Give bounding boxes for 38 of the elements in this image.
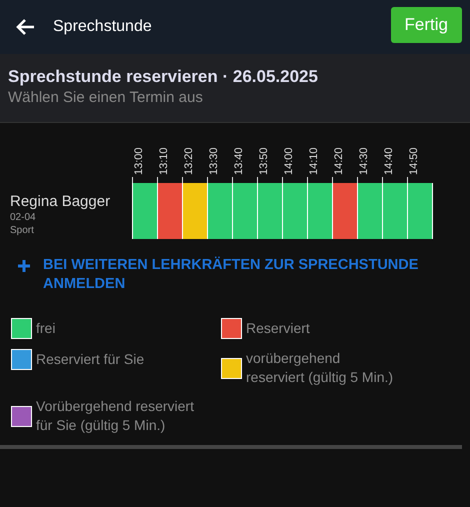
legend-label: Vorübergehend reserviert für Sie (gültig 5 Min.) — [36, 397, 195, 435]
time-slot[interactable] — [232, 183, 257, 239]
time-slot[interactable] — [307, 183, 332, 239]
time-label: 14:30 — [358, 147, 370, 177]
teacher-room: 02-04 — [10, 212, 37, 223]
time-label: 13:00 — [133, 147, 145, 177]
time-slot[interactable] — [257, 183, 282, 239]
legend-label: frei — [36, 319, 56, 338]
plus-icon[interactable] — [18, 260, 30, 272]
teacher-subject: Sport — [10, 225, 35, 236]
time-slot[interactable] — [157, 183, 182, 239]
time-slot[interactable] — [132, 183, 157, 239]
time-label: 14:10 — [308, 147, 320, 177]
time-label: 13:40 — [233, 147, 245, 177]
time-slot[interactable] — [407, 183, 433, 239]
screen-title: Sprechstunde — [53, 18, 153, 36]
time-label: 13:10 — [158, 147, 170, 177]
time-label: 14:40 — [383, 147, 395, 177]
section-subtitle: Wählen Sie einen Termin aus — [8, 89, 204, 106]
time-slot[interactable] — [332, 183, 357, 239]
time-slot[interactable] — [357, 183, 382, 239]
time-slot[interactable] — [282, 183, 307, 239]
time-label: 14:00 — [283, 147, 295, 177]
time-slot[interactable] — [182, 183, 207, 239]
time-label: 13:30 — [208, 147, 220, 177]
time-label: 14:50 — [408, 147, 420, 177]
time-label: 14:20 — [333, 147, 345, 177]
legend-label: vorübergehend reserviert (gültig 5 Min.) — [246, 349, 394, 387]
time-label: 13:20 — [183, 147, 195, 177]
time-slot[interactable] — [382, 183, 407, 239]
time-slot[interactable] — [207, 183, 232, 239]
teacher-name: Regina Bagger — [10, 193, 112, 210]
time-label: 13:50 — [258, 147, 270, 177]
legend-label: Reserviert für Sie — [36, 350, 144, 369]
legend-label: Reserviert — [246, 319, 310, 338]
done-button[interactable]: Fertig — [390, 7, 462, 43]
add-teachers-link[interactable]: BEI WEITEREN LEHRKRÄFTEN ZUR SPRECHSTUNDE ANMELDEN — [43, 256, 440, 295]
section-title: Sprechstunde reservieren · 26.05.2025 — [8, 67, 319, 87]
